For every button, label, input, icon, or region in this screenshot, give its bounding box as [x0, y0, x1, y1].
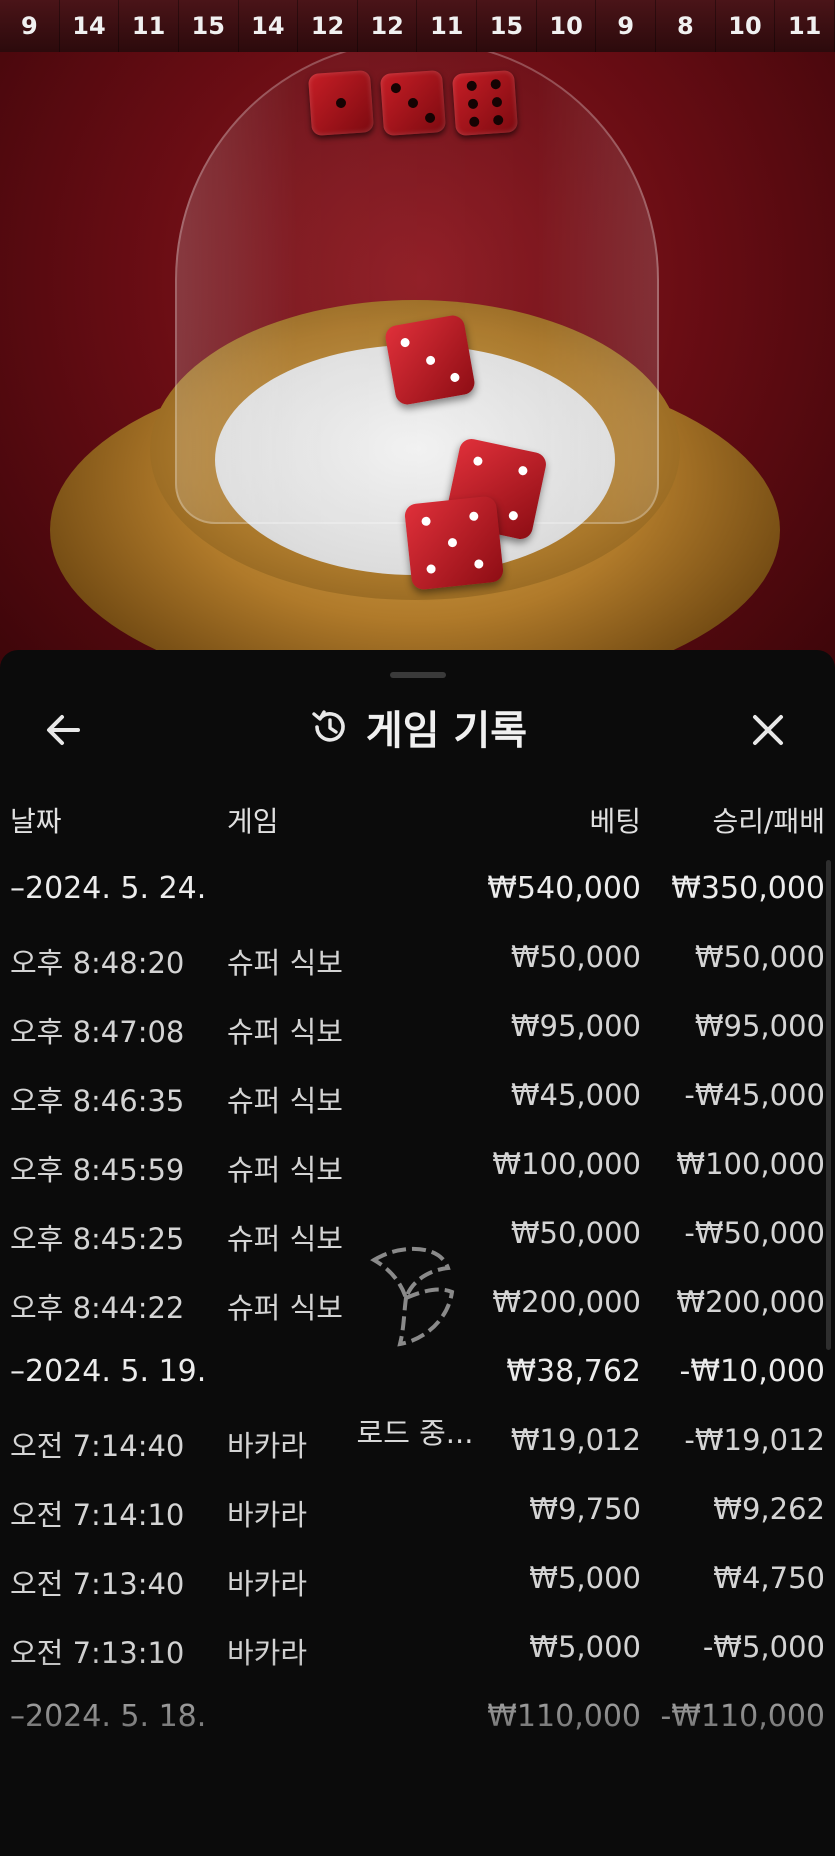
row-game: 바카라	[227, 1498, 308, 1532]
die-icon	[403, 495, 505, 591]
results-history-bar: 9 14 11 15 14 12 12 11 15 10 9 8 10 11	[0, 0, 835, 52]
history-row[interactable]: 오전 7:13:40 바카라 ₩5,000 ₩4,750	[0, 1545, 835, 1614]
column-headers: 날짜 게임 베팅 승리/패배	[0, 800, 835, 844]
die-icon	[383, 313, 477, 407]
row-bet: ₩50,000	[510, 940, 641, 974]
history-result-cell: 8	[656, 0, 716, 52]
row-bet: ₩19,012	[510, 1423, 641, 1457]
row-bet: ₩9,750	[529, 1492, 641, 1526]
game-video-area: 9 14 11 15 14 12 12 11 15 10 9 8 10 11	[0, 0, 835, 700]
row-bet: ₩200,000	[492, 1285, 641, 1319]
row-bet: ₩5,000	[529, 1561, 641, 1595]
row-game: 슈퍼 식보	[227, 1015, 343, 1049]
row-winloss: ₩100,000	[676, 1147, 825, 1181]
history-result-cell: 11	[775, 0, 835, 52]
history-result-cell: 10	[536, 0, 597, 52]
history-result-cell: 12	[298, 0, 358, 52]
row-game: 슈퍼 식보	[227, 1222, 343, 1256]
row-winloss: ₩200,000	[676, 1285, 825, 1319]
row-date: 오전 7:13:40	[10, 1567, 185, 1601]
history-result-cell: 14	[238, 0, 299, 52]
row-date: 오전 7:14:10	[10, 1498, 185, 1532]
row-winloss: ₩95,000	[694, 1009, 825, 1043]
history-icon	[312, 710, 345, 742]
close-icon	[753, 715, 783, 745]
loading-indicator: 로드 중...	[330, 1240, 500, 1450]
row-bet: ₩95,000	[510, 1009, 641, 1043]
row-bet: ₩45,000	[510, 1078, 641, 1112]
scrollbar[interactable]	[826, 860, 831, 1350]
loading-spinner-icon	[370, 1246, 455, 1347]
row-bet: ₩5,000	[529, 1630, 641, 1664]
result-die-icon	[451, 69, 519, 137]
row-date: 오후 8:45:25	[10, 1222, 185, 1256]
history-row[interactable]: 오후 8:45:59 슈퍼 식보 ₩100,000 ₩100,000	[0, 1131, 835, 1200]
history-row[interactable]: 오후 8:47:08 슈퍼 식보 ₩95,000 ₩95,000	[0, 993, 835, 1062]
history-result-cell: 15	[178, 0, 239, 52]
row-game: 바카라	[227, 1636, 308, 1670]
row-game: 슈퍼 식보	[227, 946, 343, 980]
result-die-icon	[379, 69, 447, 137]
row-date: 오후 8:44:22	[10, 1291, 185, 1325]
row-date: 오후 8:45:59	[10, 1153, 185, 1187]
history-result-cell: 14	[59, 0, 120, 52]
date-group-row[interactable]: –2024. 5. 18. ₩110,000 -₩110,000	[0, 1683, 835, 1752]
column-header-winloss: 승리/패배	[712, 805, 825, 838]
row-winloss: ₩50,000	[694, 940, 825, 974]
history-result-cell: 9	[0, 0, 60, 52]
history-result-cell: 11	[119, 0, 179, 52]
row-date: –2024. 5. 19.	[10, 1354, 207, 1389]
row-bet: ₩38,762	[506, 1354, 641, 1389]
row-winloss: -₩50,000	[684, 1216, 825, 1250]
row-winloss: -₩19,012	[684, 1423, 825, 1457]
history-row[interactable]: 오전 7:14:10 바카라 ₩9,750 ₩9,262	[0, 1476, 835, 1545]
row-date: 오전 7:13:10	[10, 1636, 185, 1670]
column-header-date: 날짜	[10, 805, 62, 838]
row-winloss: -₩45,000	[684, 1078, 825, 1112]
row-game: 슈퍼 식보	[227, 1291, 343, 1325]
row-bet: ₩540,000	[487, 871, 641, 906]
history-result-cell: 12	[357, 0, 418, 52]
history-result-cell: 9	[596, 0, 657, 52]
row-bet: ₩100,000	[492, 1147, 641, 1181]
row-winloss: -₩110,000	[660, 1699, 825, 1734]
row-bet: ₩110,000	[487, 1699, 641, 1734]
row-winloss: -₩10,000	[679, 1354, 825, 1389]
history-row[interactable]: 오후 8:48:20 슈퍼 식보 ₩50,000 ₩50,000	[0, 924, 835, 993]
row-date: 오후 8:46:35	[10, 1084, 185, 1118]
row-winloss: ₩350,000	[671, 871, 825, 906]
row-game: 바카라	[227, 1429, 308, 1463]
result-dice	[307, 69, 519, 137]
row-winloss: ₩4,750	[713, 1561, 825, 1595]
row-date: 오후 8:48:20	[10, 946, 185, 980]
row-bet: ₩50,000	[510, 1216, 641, 1250]
history-row[interactable]: 오전 7:13:10 바카라 ₩5,000 -₩5,000	[0, 1614, 835, 1683]
row-date: 오후 8:47:08	[10, 1015, 185, 1049]
row-winloss: -₩5,000	[702, 1630, 825, 1664]
row-winloss: ₩9,262	[713, 1492, 825, 1526]
panel-title: 게임 기록	[365, 708, 528, 754]
column-header-bet: 베팅	[589, 805, 641, 838]
column-header-game: 게임	[227, 805, 279, 838]
row-game: 바카라	[227, 1567, 308, 1601]
row-date: –2024. 5. 24.	[10, 871, 207, 906]
history-result-cell: 10	[715, 0, 776, 52]
panel-header: 게임 기록	[0, 688, 835, 768]
history-result-cell: 15	[477, 0, 537, 52]
loading-text: 로드 중...	[356, 1416, 474, 1450]
date-group-row[interactable]: –2024. 5. 24. ₩540,000 ₩350,000	[0, 855, 835, 924]
result-die-icon	[307, 69, 375, 137]
close-button[interactable]	[744, 706, 792, 754]
history-row[interactable]: 오후 8:46:35 슈퍼 식보 ₩45,000 -₩45,000	[0, 1062, 835, 1131]
row-date: –2024. 5. 18.	[10, 1699, 207, 1734]
history-result-cell: 11	[417, 0, 478, 52]
drag-handle[interactable]	[390, 672, 446, 678]
row-game: 슈퍼 식보	[227, 1153, 343, 1187]
row-game: 슈퍼 식보	[227, 1084, 343, 1118]
row-date: 오전 7:14:40	[10, 1429, 185, 1463]
